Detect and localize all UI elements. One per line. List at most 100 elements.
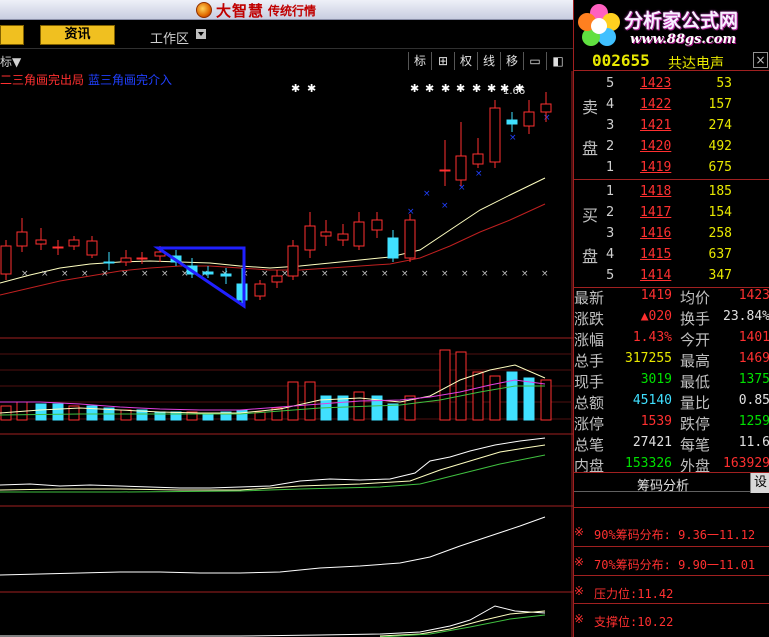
sell-row[interactable]: 2 1420 492 [574,136,769,157]
candle [16,218,28,252]
stock-chart[interactable]: 二三角画完出局 蓝三角画完介入 1.66 ✱ ✱ ✱ ✱ ✱ ✱ ✱ ✱ ✱ ✱… [0,71,573,637]
level-marker: × [401,269,409,279]
order-price[interactable]: 1418 [640,184,671,199]
annotation-red: 二三角画完出局 [0,72,84,87]
workspace-menu[interactable]: 工作区 [150,28,189,47]
tool-mark-button[interactable]: 标 [408,52,431,70]
quote-value: 1259 [738,414,769,429]
candle-body [455,155,467,181]
order-level: 1 [606,160,615,175]
order-volume: 157 [708,97,732,112]
menu-bar: 资讯 工作区 [0,20,573,49]
candle-body [254,283,266,297]
quote-label: 总手 [574,352,605,370]
quote-row: 总笔 27421 每笔 11.6 [574,432,769,454]
order-book: 卖 盘 5 1423 53 4 1422 157 3 1421 274 2 1420 492 1 1419… [574,72,769,288]
tool-window-button[interactable]: ▭ [523,52,546,70]
level-marker: × [501,269,509,279]
buy-row[interactable]: 1 1418 185 [574,181,769,202]
volume-bar [523,377,535,421]
candle [52,240,64,255]
blue-triangle-drawing[interactable] [153,246,246,309]
chip-analysis-title[interactable]: 筹码分析 [637,475,689,494]
volume-bar [387,403,399,421]
candle [304,212,316,258]
quote-value: 11.6 [738,435,769,450]
order-price[interactable]: 1423 [640,76,671,91]
candle [489,100,501,168]
volume-bar [439,349,451,421]
sell-side: 卖 盘 5 1423 53 4 1422 157 3 1421 274 2 1420 492 1 1419… [574,72,769,180]
candle-body [540,103,552,113]
sell-row[interactable]: 4 1422 157 [574,94,769,115]
quote-label: 总额 [574,394,605,412]
buy-row[interactable]: 2 1417 154 [574,202,769,223]
quote-row: 涨停 1539 跌停 1259 [574,411,769,433]
ad-banner[interactable]: 分析家公式网 www.88gs.com [574,0,769,51]
workspace-dropdown-icon[interactable] [196,29,206,39]
tool-line-button[interactable]: 线 [477,52,500,70]
signal-marker: ✱ [441,82,450,95]
sell-row[interactable]: 5 1423 53 [574,73,769,94]
order-price[interactable]: 1420 [640,139,671,154]
level-marker: × [121,269,129,279]
sell-row[interactable]: 1 1419 675 [574,157,769,178]
signal-marker: ✱ [307,82,316,95]
order-price[interactable]: 1421 [640,118,671,133]
buy-row[interactable]: 5 1414 347 [574,265,769,286]
close-panel-button[interactable]: × [753,52,768,68]
chart-mode-selector[interactable]: 标▼ [0,53,21,70]
quote-row: 总额 45140 量比 0.85 [574,390,769,412]
candle-body [103,261,115,264]
quote-label: 涨幅 [574,331,605,349]
quote-label: 每笔 [680,436,711,454]
candle [337,224,349,246]
volume-bar [202,413,214,421]
chip-text-90: 90%筹码分布: 9.36一11.12 [594,528,756,542]
chip-marker: ※ [574,612,585,626]
candle-body [320,231,332,237]
buy-row[interactable]: 3 1416 258 [574,223,769,244]
order-price[interactable]: 1414 [640,268,671,283]
tool-move-button[interactable]: 移 [500,52,523,70]
quote-value: 0.85 [738,393,769,408]
order-price[interactable]: 1416 [640,226,671,241]
candle-body [202,271,214,275]
level-marker: × [521,269,529,279]
order-price[interactable]: 1415 [640,247,671,262]
order-price[interactable]: 1422 [640,97,671,112]
tool-grid-button[interactable]: ⊞ [431,52,454,70]
order-level: 5 [606,76,615,91]
chart-canvas: 二三角画完出局 蓝三角画完介入 1.66 ✱ ✱ ✱ ✱ ✱ ✱ ✱ ✱ ✱ ✱… [0,71,573,637]
chip-settings-button[interactable]: 设 [750,473,769,493]
level-marker: × [41,269,49,279]
order-volume: 492 [708,139,732,154]
chip-text-support: 支撑位:10.22 [594,615,674,629]
order-price[interactable]: 1417 [640,205,671,220]
ad-url[interactable]: www.88gs.com [630,32,736,47]
order-price[interactable]: 1419 [640,160,671,175]
menu-button-left[interactable] [0,25,24,45]
order-level: 5 [606,268,615,283]
candle [353,212,365,250]
news-button[interactable]: 资讯 [40,25,115,45]
level-marker: × [441,201,449,211]
chip-analysis-body: ※ 90%筹码分布: 9.36一11.12 ※ 70%筹码分布: 9.90一11… [574,493,769,637]
candle-body [439,169,451,172]
tool-panel-button[interactable]: ◧ [546,52,569,70]
sell-row[interactable]: 3 1421 274 [574,115,769,136]
quote-row: 最新 1419 均价 1423 [574,285,769,307]
order-volume: 347 [708,268,732,283]
tool-rights-button[interactable]: 权 [454,52,477,70]
quote-label: 量比 [680,394,711,412]
quote-value: ▲020 [640,309,672,324]
buy-row[interactable]: 4 1415 637 [574,244,769,265]
signal-marker: ✱ [500,82,509,95]
candle [68,236,80,250]
chip-divider [574,575,769,576]
candle-body [337,233,349,241]
candle-body [287,245,299,277]
quote-label: 涨跌 [574,310,605,328]
level-marker: × [161,269,169,279]
candle [0,240,12,280]
